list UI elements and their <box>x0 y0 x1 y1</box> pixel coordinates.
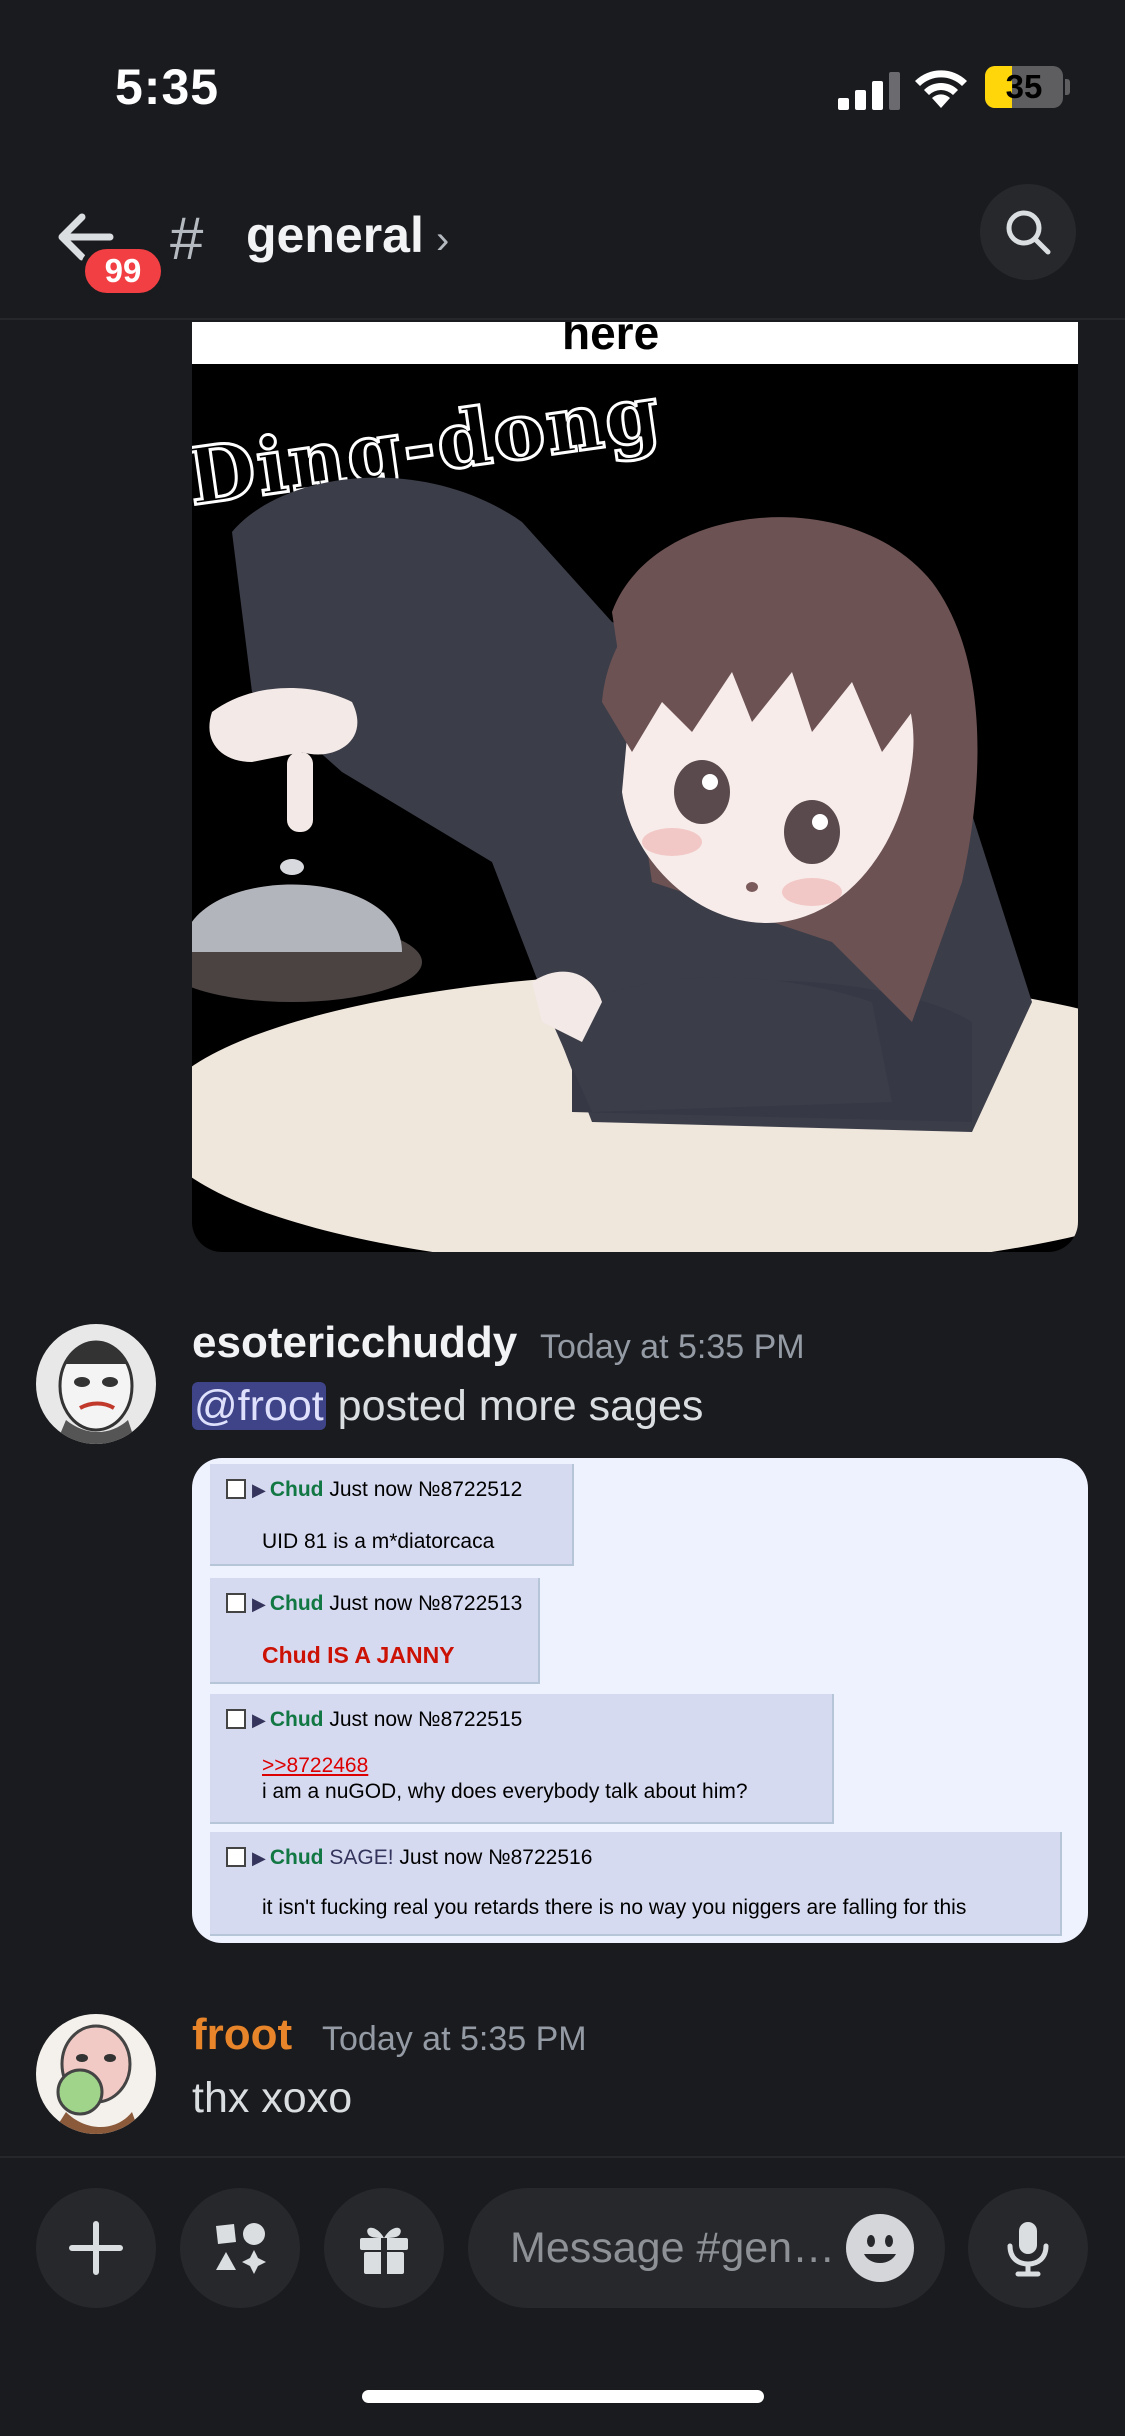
post-header: ▶ Chud Just now №8722515 <box>226 1708 522 1732</box>
avatar-image <box>36 1324 156 1444</box>
post-author: Chud <box>269 1708 324 1731</box>
message-input-container <box>468 2188 945 2308</box>
apps-button[interactable] <box>180 2188 300 2308</box>
post-meta: Just now №8722515 <box>329 1708 523 1731</box>
post-author: Chud <box>269 1592 324 1615</box>
status-bar: 5:35 35 <box>0 0 1125 180</box>
message-input[interactable] <box>510 2188 850 2308</box>
post-author: Chud <box>269 1478 324 1501</box>
avatar-image <box>36 2014 156 2134</box>
signal-icon <box>838 72 900 110</box>
plus-icon <box>69 2221 123 2275</box>
channel-name[interactable]: general <box>246 206 424 264</box>
voice-message-button[interactable] <box>968 2188 1088 2308</box>
post-arrow-icon: ▶ <box>252 1848 266 1868</box>
wifi-icon <box>915 70 967 108</box>
apps-icon <box>216 2223 266 2274</box>
post-checkbox <box>226 1709 246 1729</box>
post-meta: Just now №8722516 <box>399 1846 593 1869</box>
image-attachment[interactable]: here Ding-dong <box>192 322 1078 1252</box>
post-8722515: ▶ Chud Just now №8722515 >>8722468 i am a… <box>210 1694 834 1824</box>
post-header: ▶ Chud Just now №8722513 <box>226 1592 522 1616</box>
message-text: posted more sages <box>325 1382 704 1430</box>
home-indicator[interactable] <box>362 2390 764 2403</box>
chevron-right-icon[interactable]: › <box>436 218 449 263</box>
message-text: thx xoxo <box>192 2074 353 2122</box>
post-checkbox <box>226 1479 246 1499</box>
message-username[interactable]: froot <box>192 2010 292 2060</box>
add-attachment-button[interactable] <box>36 2188 156 2308</box>
mention-count-badge: 99 <box>80 244 166 298</box>
avatar-froot[interactable] <box>36 2014 156 2134</box>
emoji-icon <box>864 2235 896 2263</box>
battery-text: 35 <box>1005 68 1043 105</box>
message-froot: froot Today at 5:35 PM thx xoxo <box>0 2010 1125 2150</box>
post-arrow-icon: ▶ <box>252 1594 266 1614</box>
status-time: 5:35 <box>115 59 220 115</box>
channel-hash-icon: # <box>170 205 204 272</box>
message-content: @froot posted more sages <box>192 1382 703 1431</box>
message-timestamp: Today at 5:35 PM <box>322 2020 587 2058</box>
gift-icon <box>360 2227 408 2274</box>
emoji-button[interactable] <box>846 2214 914 2282</box>
message-timestamp: Today at 5:35 PM <box>540 1328 805 1366</box>
post-checkbox <box>226 1593 246 1613</box>
microphone-icon <box>1007 2222 1049 2277</box>
post-arrow-icon: ▶ <box>252 1480 266 1500</box>
post-author: Chud <box>269 1846 324 1869</box>
post-quote-link: >>8722468 <box>262 1754 369 1777</box>
gift-button[interactable] <box>324 2188 444 2308</box>
search-button[interactable] <box>980 184 1076 280</box>
battery-icon: 35 <box>985 66 1070 108</box>
post-8722516: ▶ Chud SAGE! Just now №8722516 it isn't f… <box>210 1832 1062 1936</box>
post-meta: Just now №8722512 <box>329 1478 523 1501</box>
post-8722513: ▶ Chud Just now №8722513 Chud IS A JANNY <box>210 1578 540 1684</box>
post-body: it isn't fucking real you retards there … <box>262 1896 967 1919</box>
avatar-esotericchuddy[interactable] <box>36 1324 156 1444</box>
post-body: UID 81 is a m*diatorcaca <box>262 1530 495 1553</box>
post-body: i am a nuGOD, why does everybody talk ab… <box>262 1780 748 1803</box>
post-header: ▶ Chud Just now №8722512 <box>226 1478 522 1502</box>
post-checkbox <box>226 1847 246 1867</box>
post-body: Chud IS A JANNY <box>262 1642 455 1668</box>
channel-header: 99 # general › <box>0 180 1125 320</box>
post-8722512: ▶ Chud Just now №8722512 UID 81 is a m*di… <box>210 1464 574 1566</box>
user-mention[interactable]: @froot <box>192 1382 326 1430</box>
search-icon <box>1006 210 1051 255</box>
post-header: ▶ Chud SAGE! Just now №8722516 <box>226 1846 592 1870</box>
anime-girl-bell-illustration <box>192 477 1078 1252</box>
post-sage-tag: SAGE! <box>329 1846 394 1869</box>
message-username[interactable]: esotericchuddy <box>192 1318 517 1368</box>
image-attachment-posts[interactable]: ▶ Chud Just now №8722512 UID 81 is a m*di… <box>192 1458 1088 1943</box>
post-meta: Just now №8722513 <box>329 1592 523 1615</box>
post-arrow-icon: ▶ <box>252 1710 266 1730</box>
